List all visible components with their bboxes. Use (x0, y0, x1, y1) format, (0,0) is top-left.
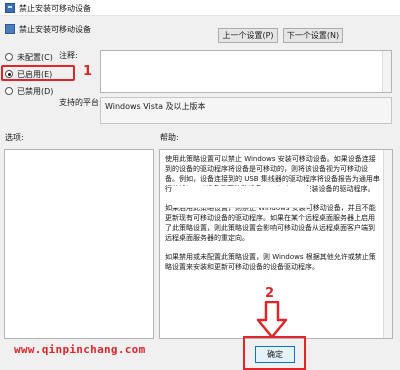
radio-not-configured-dot[interactable] (5, 53, 13, 61)
comment-label: 注释: (59, 51, 78, 60)
comment-scrollbar[interactable] (382, 51, 391, 92)
policy-setting-icon (5, 24, 15, 34)
previous-setting-button[interactable]: 上一个设置(P) (218, 28, 278, 43)
policy-window-icon (5, 3, 15, 13)
options-pane (4, 149, 154, 339)
help-scrollbar[interactable] (383, 150, 392, 338)
radio-not-configured-label: 未配置(C) (17, 53, 53, 62)
ok-button[interactable]: 确定 (255, 346, 295, 363)
step-1-annotation: 1 (83, 64, 93, 79)
comment-textarea[interactable] (100, 50, 392, 93)
help-paragraph: 如果启用此策略设置，则禁止 Windows 安装可移动设备，并且不能更新现有可移… (165, 204, 376, 242)
next-setting-button[interactable]: 下一个设置(N) (283, 28, 343, 43)
help-paragraph: 如果禁用或未配置此策略设置，则 Windows 根据其他允许或禁止策略设置来安装… (165, 253, 376, 271)
supported-platform-value: Windows Vista 及以上版本 (100, 97, 392, 124)
window-title: 禁止安装可移动设备 (19, 4, 91, 13)
title-bar: 禁止安装可移动设备 (0, 0, 400, 16)
site-watermark: www.qinpinchang.com (14, 343, 146, 356)
options-label: 选项: (5, 133, 24, 142)
radio-disabled-dot[interactable] (5, 87, 13, 95)
step-2-annotation: 2 (265, 286, 275, 301)
help-label: 帮助: (160, 133, 179, 142)
supported-platform-label: 支持的平台: (59, 98, 102, 107)
down-arrow-annotation-icon (256, 301, 288, 339)
radio-disabled-label: 已禁用(D) (17, 87, 54, 96)
tooltip-overlay (172, 186, 310, 208)
policy-name: 禁止安装可移动设备 (19, 25, 91, 34)
enabled-highlight-annotation (1, 65, 75, 81)
